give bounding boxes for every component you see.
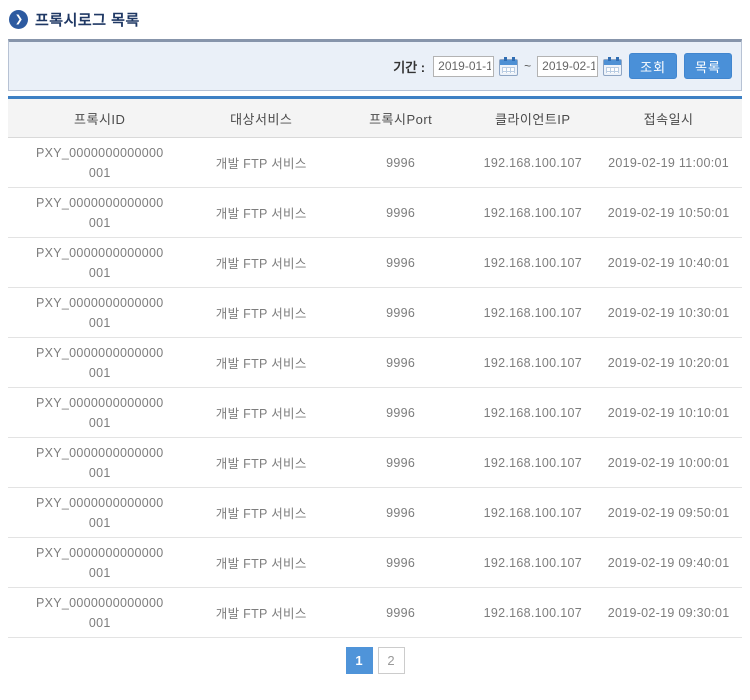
cell-target-service: 개발 FTP 서비스 bbox=[192, 338, 331, 388]
cell-connected-at: 2019-02-19 10:40:01 bbox=[595, 238, 742, 288]
cell-proxy-port: 9996 bbox=[331, 488, 470, 538]
search-button[interactable]: 조회 bbox=[629, 53, 677, 79]
table-row: PXY_0000000000000001 개발 FTP 서비스 9996 192… bbox=[8, 538, 742, 588]
cell-proxy-port: 9996 bbox=[331, 388, 470, 438]
filter-bar: 기간 : ~ 조회 목록 bbox=[8, 39, 742, 91]
cell-connected-at: 2019-02-19 09:50:01 bbox=[595, 488, 742, 538]
cell-proxy-id: PXY_0000000000000001 bbox=[8, 388, 192, 438]
table-row: PXY_0000000000000001 개발 FTP 서비스 9996 192… bbox=[8, 288, 742, 338]
cell-client-ip: 192.168.100.107 bbox=[470, 588, 595, 638]
cell-client-ip: 192.168.100.107 bbox=[470, 138, 595, 188]
cell-target-service: 개발 FTP 서비스 bbox=[192, 238, 331, 288]
calendar-from-icon[interactable] bbox=[499, 59, 518, 76]
column-header-connected-at: 접속일시 bbox=[595, 98, 742, 138]
cell-connected-at: 2019-02-19 09:30:01 bbox=[595, 588, 742, 638]
table-row: PXY_0000000000000001 개발 FTP 서비스 9996 192… bbox=[8, 188, 742, 238]
cell-proxy-id: PXY_0000000000000001 bbox=[8, 538, 192, 588]
cell-connected-at: 2019-02-19 10:30:01 bbox=[595, 288, 742, 338]
list-button[interactable]: 목록 bbox=[684, 53, 732, 79]
table-row: PXY_0000000000000001 개발 FTP 서비스 9996 192… bbox=[8, 138, 742, 188]
table-row: PXY_0000000000000001 개발 FTP 서비스 9996 192… bbox=[8, 238, 742, 288]
table-row: PXY_0000000000000001 개발 FTP 서비스 9996 192… bbox=[8, 488, 742, 538]
cell-client-ip: 192.168.100.107 bbox=[470, 488, 595, 538]
cell-target-service: 개발 FTP 서비스 bbox=[192, 488, 331, 538]
column-header-proxy-id: 프록시ID bbox=[8, 98, 192, 138]
cell-client-ip: 192.168.100.107 bbox=[470, 338, 595, 388]
cell-client-ip: 192.168.100.107 bbox=[470, 388, 595, 438]
date-from-input[interactable] bbox=[433, 56, 494, 77]
cell-target-service: 개발 FTP 서비스 bbox=[192, 188, 331, 238]
cell-connected-at: 2019-02-19 10:50:01 bbox=[595, 188, 742, 238]
table-row: PXY_0000000000000001 개발 FTP 서비스 9996 192… bbox=[8, 438, 742, 488]
cell-target-service: 개발 FTP 서비스 bbox=[192, 388, 331, 438]
cell-target-service: 개발 FTP 서비스 bbox=[192, 538, 331, 588]
cell-connected-at: 2019-02-19 11:00:01 bbox=[595, 138, 742, 188]
pagination: 1 2 bbox=[8, 647, 742, 674]
cell-proxy-port: 9996 bbox=[331, 138, 470, 188]
cell-proxy-id: PXY_0000000000000001 bbox=[8, 438, 192, 488]
cell-proxy-id: PXY_0000000000000001 bbox=[8, 138, 192, 188]
table-row: PXY_0000000000000001 개발 FTP 서비스 9996 192… bbox=[8, 388, 742, 438]
page-title: 프록시로그 목록 bbox=[35, 9, 140, 30]
date-to-input[interactable] bbox=[537, 56, 598, 77]
cell-connected-at: 2019-02-19 09:40:01 bbox=[595, 538, 742, 588]
table-row: PXY_0000000000000001 개발 FTP 서비스 9996 192… bbox=[8, 588, 742, 638]
cell-proxy-id: PXY_0000000000000001 bbox=[8, 338, 192, 388]
cell-client-ip: 192.168.100.107 bbox=[470, 438, 595, 488]
proxy-log-page: ❯ 프록시로그 목록 기간 : ~ 조회 목록 프록시ID 대상서비스 프록시P… bbox=[0, 0, 750, 674]
cell-proxy-id: PXY_0000000000000001 bbox=[8, 188, 192, 238]
cell-target-service: 개발 FTP 서비스 bbox=[192, 588, 331, 638]
cell-connected-at: 2019-02-19 10:00:01 bbox=[595, 438, 742, 488]
cell-proxy-port: 9996 bbox=[331, 338, 470, 388]
calendar-to-icon[interactable] bbox=[603, 59, 622, 76]
cell-proxy-id: PXY_0000000000000001 bbox=[8, 238, 192, 288]
cell-client-ip: 192.168.100.107 bbox=[470, 188, 595, 238]
range-separator: ~ bbox=[524, 59, 531, 73]
table-header: 프록시ID 대상서비스 프록시Port 클라이언트IP 접속일시 bbox=[8, 98, 742, 138]
cell-proxy-port: 9996 bbox=[331, 238, 470, 288]
proxy-log-table: 프록시ID 대상서비스 프록시Port 클라이언트IP 접속일시 PXY_000… bbox=[8, 96, 742, 638]
cell-proxy-port: 9996 bbox=[331, 588, 470, 638]
cell-client-ip: 192.168.100.107 bbox=[470, 238, 595, 288]
cell-proxy-id: PXY_0000000000000001 bbox=[8, 288, 192, 338]
column-header-proxy-port: 프록시Port bbox=[331, 98, 470, 138]
page-button[interactable]: 2 bbox=[378, 647, 405, 674]
page-title-row: ❯ 프록시로그 목록 bbox=[9, 9, 742, 30]
chevron-right-icon: ❯ bbox=[9, 10, 28, 29]
cell-connected-at: 2019-02-19 10:10:01 bbox=[595, 388, 742, 438]
cell-proxy-id: PXY_0000000000000001 bbox=[8, 588, 192, 638]
cell-proxy-port: 9996 bbox=[331, 288, 470, 338]
cell-proxy-id: PXY_0000000000000001 bbox=[8, 488, 192, 538]
table-row: PXY_0000000000000001 개발 FTP 서비스 9996 192… bbox=[8, 338, 742, 388]
column-header-client-ip: 클라이언트IP bbox=[470, 98, 595, 138]
cell-target-service: 개발 FTP 서비스 bbox=[192, 438, 331, 488]
column-header-service: 대상서비스 bbox=[192, 98, 331, 138]
cell-target-service: 개발 FTP 서비스 bbox=[192, 288, 331, 338]
period-label: 기간 : bbox=[393, 57, 425, 76]
table-body: PXY_0000000000000001 개발 FTP 서비스 9996 192… bbox=[8, 138, 742, 638]
page-button[interactable]: 1 bbox=[346, 647, 373, 674]
cell-proxy-port: 9996 bbox=[331, 438, 470, 488]
cell-client-ip: 192.168.100.107 bbox=[470, 288, 595, 338]
cell-proxy-port: 9996 bbox=[331, 538, 470, 588]
cell-connected-at: 2019-02-19 10:20:01 bbox=[595, 338, 742, 388]
cell-client-ip: 192.168.100.107 bbox=[470, 538, 595, 588]
cell-proxy-port: 9996 bbox=[331, 188, 470, 238]
cell-target-service: 개발 FTP 서비스 bbox=[192, 138, 331, 188]
